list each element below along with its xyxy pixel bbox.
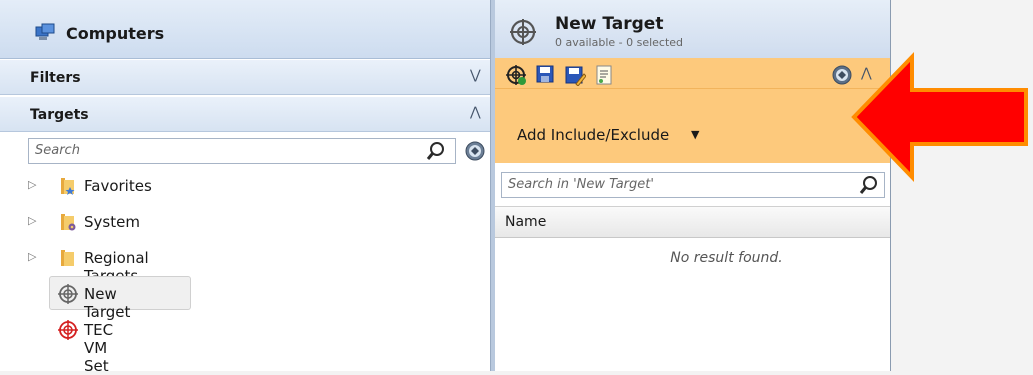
filters-section-header[interactable]: Filters ⋁ (0, 59, 490, 95)
chevron-double-down-icon[interactable]: ⋁ (470, 68, 481, 83)
expand-arrow-icon[interactable]: ▷ (28, 250, 36, 263)
empty-results-message: No result found. (495, 250, 890, 266)
target-red-icon (58, 320, 78, 344)
target-search-input[interactable]: Search in 'New Target' (501, 172, 885, 198)
red-arrow-annotation-icon (850, 52, 1030, 186)
application-window: Computers Filters ⋁ Targets ⋀ Search ▷ F… (0, 0, 891, 375)
folder-star-icon (58, 176, 78, 200)
search-icon[interactable] (425, 140, 447, 166)
search-placeholder: Search (35, 143, 80, 158)
computers-header: Computers (0, 0, 490, 59)
chevron-double-up-icon[interactable]: ⋀ (470, 105, 481, 120)
target-header: New Target 0 available - 0 selected (495, 0, 890, 59)
save-icon[interactable] (535, 64, 555, 88)
save-as-icon[interactable] (564, 64, 587, 90)
folder-icon (58, 248, 78, 272)
refresh-icon[interactable] (464, 140, 486, 166)
name-column-header[interactable]: Name (495, 206, 890, 238)
properties-icon[interactable] (594, 64, 614, 90)
target-detail-pane: New Target 0 available - 0 selected ⋀ Ad… (491, 0, 890, 371)
target-title: New Target (555, 14, 664, 34)
empty-message-text: No result found. (670, 250, 783, 266)
add-target-icon[interactable] (505, 64, 527, 90)
dropdown-caret-icon[interactable]: ▼ (691, 128, 699, 141)
tree-item-label: New Target (84, 285, 131, 321)
toolbar-divider (495, 88, 890, 89)
target-gray-icon (58, 284, 78, 308)
expand-arrow-icon[interactable]: ▷ (28, 178, 36, 191)
target-subtitle: 0 available - 0 selected (555, 36, 684, 49)
computers-icon (34, 22, 56, 46)
search-placeholder: Search in 'New Target' (508, 177, 654, 192)
tree-item-label: Favorites (84, 177, 152, 195)
computers-title: Computers (66, 24, 165, 43)
tree-item-label: System (84, 213, 140, 231)
add-include-exclude-button[interactable]: Add Include/Exclude (517, 126, 669, 144)
targets-label: Targets (30, 107, 89, 123)
filters-label: Filters (30, 70, 81, 86)
expand-arrow-icon[interactable]: ▷ (28, 214, 36, 227)
tree-item-label: TEC VM Set (84, 321, 114, 375)
targets-search-input[interactable]: Search (28, 138, 456, 164)
computers-pane: Computers Filters ⋁ Targets ⋀ Search ▷ F… (0, 0, 491, 375)
target-gray-icon (509, 18, 537, 50)
toolbar-icon-group (505, 64, 618, 90)
targets-search-row: Search (28, 138, 462, 164)
targets-section-header[interactable]: Targets ⋀ (0, 96, 490, 132)
target-toolbar: ⋀ Add Include/Exclude ▼ (495, 58, 890, 163)
folder-gear-icon (58, 212, 78, 236)
column-label: Name (505, 214, 547, 230)
